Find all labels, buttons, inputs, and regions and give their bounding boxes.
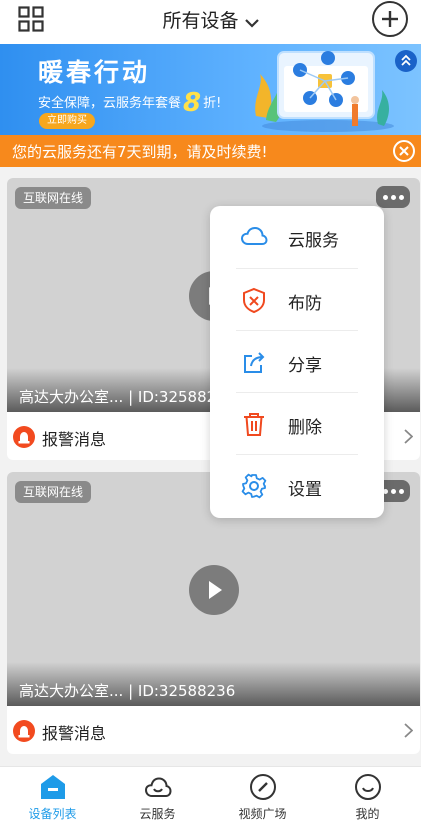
alarm-messages-row[interactable]: 报警消息 [7, 706, 420, 754]
banner-subtitle-suffix: 折! [203, 96, 222, 111]
top-bar: 所有设备 [0, 0, 421, 44]
chevron-down-icon [244, 11, 259, 33]
chevron-right-icon [404, 429, 414, 448]
tab-cloud-service[interactable]: 云服务 [105, 767, 210, 824]
tab-label: 设备列表 [28, 807, 77, 821]
menu-item-label: 分享 [288, 356, 322, 376]
add-device-button[interactable] [372, 1, 408, 37]
cloud-security-illustration [250, 46, 400, 135]
renewal-notice[interactable]: 您的云服务还有7天到期，请及时续费! [0, 135, 421, 167]
page-title: 所有设备 [162, 10, 239, 32]
collapse-banner-button[interactable] [395, 50, 417, 72]
device-filter-dropdown[interactable]: 所有设备 [0, 6, 421, 33]
menu-item-label: 设置 [288, 480, 322, 500]
menu-item-label: 布防 [288, 294, 322, 314]
share-icon [240, 348, 268, 376]
menu-item-share[interactable]: 分享 [210, 331, 384, 393]
notice-text: 您的云服务还有7天到期，请及时续费! [12, 143, 268, 161]
more-options-button[interactable] [376, 186, 410, 208]
online-status-badge: 互联网在线 [15, 481, 92, 503]
trash-icon [240, 410, 268, 438]
alarm-messages-label: 报警消息 [42, 724, 107, 743]
promo-banner[interactable]: 暖春行动 安全保障，云服务年套餐8 折! 立即购买 [0, 44, 421, 135]
shield-x-icon [240, 286, 268, 314]
close-notice-button[interactable] [393, 140, 415, 162]
buy-now-button[interactable]: 立即购买 [39, 113, 95, 129]
compass-icon [249, 773, 277, 801]
device-name: 高达大办公室... | ID:32588236 [19, 682, 236, 700]
alarm-messages-label: 报警消息 [42, 430, 107, 449]
plus-icon [382, 11, 398, 27]
alarm-siren-icon [13, 720, 35, 742]
banner-title: 暖春行动 [38, 58, 151, 87]
banner-subtitle-text: 安全保障，云服务年套餐 [38, 96, 182, 111]
gear-icon [240, 472, 268, 500]
chevron-right-icon [404, 723, 414, 742]
play-icon [209, 581, 222, 599]
tab-label: 我的 [355, 807, 380, 821]
tab-video-square[interactable]: 视频广场 [210, 767, 315, 824]
play-button[interactable] [189, 565, 239, 615]
double-chevron-up-icon [401, 54, 411, 66]
tab-device-list[interactable]: 设备列表 [0, 767, 105, 824]
smile-icon [354, 773, 382, 801]
online-status-badge: 互联网在线 [15, 187, 92, 209]
cloud-icon [240, 223, 268, 251]
bottom-tab-bar: 设备列表 云服务 视频广场 我的 [0, 766, 421, 824]
cloud-service-icon [144, 773, 172, 801]
tab-label: 视频广场 [238, 807, 287, 821]
menu-item-arm[interactable]: 布防 [210, 269, 384, 331]
device-name: 高达大办公室... | ID:3258823 [19, 388, 226, 406]
menu-item-cloud-service[interactable]: 云服务 [210, 206, 384, 268]
menu-item-label: 删除 [288, 418, 322, 438]
menu-item-settings[interactable]: 设置 [210, 455, 384, 517]
tab-mine[interactable]: 我的 [315, 767, 420, 824]
alarm-siren-icon [13, 426, 35, 448]
device-list-icon [39, 773, 67, 801]
tab-label: 云服务 [139, 807, 176, 821]
menu-item-delete[interactable]: 删除 [210, 393, 384, 455]
menu-item-label: 云服务 [288, 231, 339, 251]
close-icon [399, 146, 409, 156]
device-options-menu: 云服务 布防 分享 删除 设置 [210, 206, 384, 518]
banner-discount: 8 [183, 88, 202, 118]
